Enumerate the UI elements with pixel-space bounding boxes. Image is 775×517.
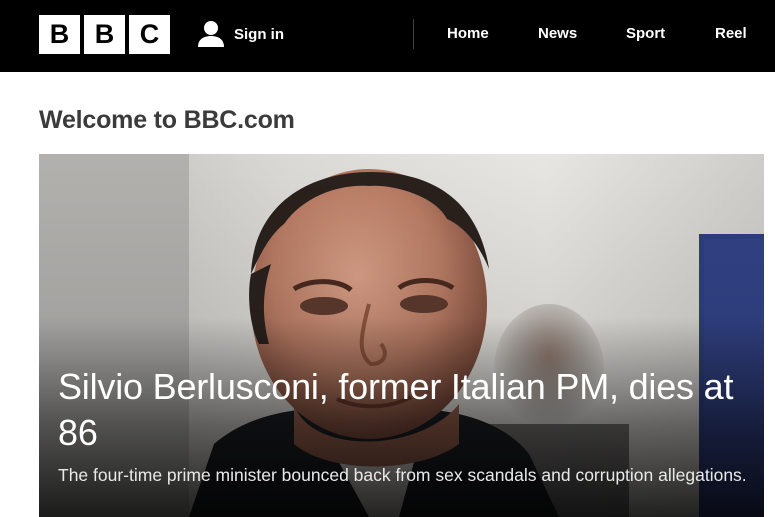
hero-headline[interactable]: Silvio Berlusconi, former Italian PM, di… [58, 364, 748, 456]
top-navigation-bar: B B C Sign in Home News Sport Reel [0, 0, 775, 72]
bbc-logo[interactable]: B B C [39, 15, 170, 54]
nav-link-news[interactable]: News [538, 25, 577, 42]
hero-summary: The four-time prime minister bounced bac… [58, 465, 747, 485]
nav-link-reel[interactable]: Reel [715, 25, 747, 42]
nav-link-sport[interactable]: Sport [626, 25, 665, 42]
logo-letter-c: C [129, 15, 170, 54]
logo-letter-b1: B [39, 15, 80, 54]
sign-in-label: Sign in [234, 25, 284, 43]
nav-divider [413, 19, 414, 49]
user-icon [198, 21, 224, 47]
hero-story-card[interactable]: Silvio Berlusconi, former Italian PM, di… [39, 154, 764, 517]
page-title: Welcome to BBC.com [39, 106, 295, 134]
logo-letter-b2: B [84, 15, 125, 54]
sign-in-button[interactable]: Sign in [196, 19, 284, 49]
nav-link-home[interactable]: Home [447, 25, 489, 42]
